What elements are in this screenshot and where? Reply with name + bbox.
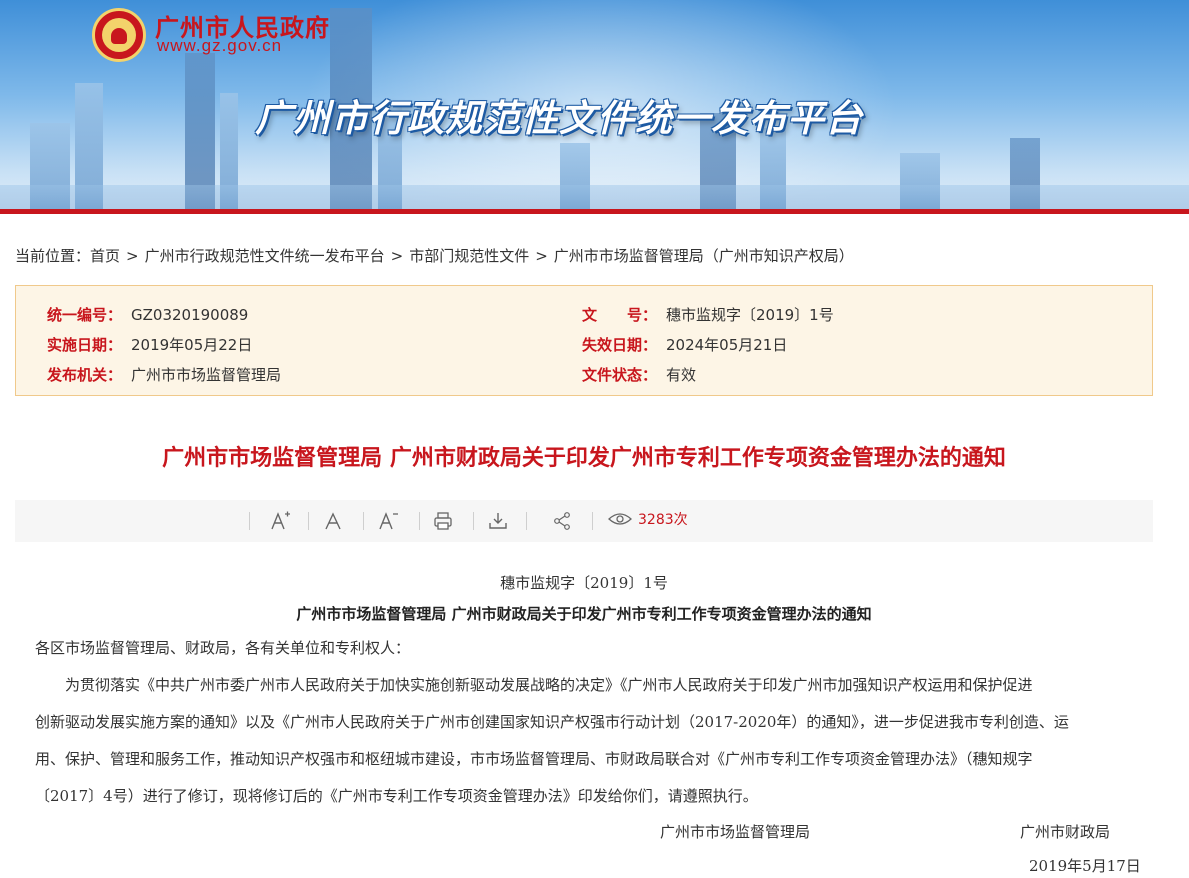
breadcrumb-separator: >	[390, 247, 404, 265]
info-status-label: 文件状态：	[582, 366, 658, 384]
document-title: 广州市市场监督管理局 广州市财政局关于印发广州市专利工作专项资金管理办法的通知	[162, 446, 1006, 471]
document-number: 穗市监规字〔2019〕1号	[500, 574, 668, 592]
info-expiry-value: 2024年05月21日	[666, 336, 788, 354]
info-issuer: 发布机关： 广州市市场监督管理局	[47, 364, 281, 385]
print-icon[interactable]	[430, 508, 456, 534]
breadcrumb-separator: >	[535, 247, 548, 265]
info-issuer-label: 发布机关：	[47, 366, 123, 384]
info-doc-number-label: 文 号：	[582, 306, 658, 324]
breadcrumb: 当前位置：首页 > 广州市行政规范性文件统一发布平台 > 市部门规范性文件 > 广州市市场监…	[15, 245, 854, 266]
platform-title: 广州市行政规范性文件统一发布平台	[255, 97, 863, 140]
article-toolbar: 3283次	[15, 500, 1153, 542]
breadcrumb-separator: >	[126, 247, 139, 265]
signature-date: 2019年5月17日	[1029, 857, 1141, 875]
toolbar-divider	[592, 512, 593, 530]
info-doc-number: 文 号： 穗市监规字〔2019〕1号	[582, 304, 834, 325]
view-count: 3283次	[638, 512, 688, 528]
toolbar-divider	[419, 512, 420, 530]
info-serial-label: 统一编号：	[47, 306, 123, 324]
info-expiry-date: 失效日期： 2024年05月21日	[582, 334, 787, 355]
paragraph-line: 为贯彻落实《中共广州市委广州市人民政府关于加快实施创新驱动发展战略的决定》《广州…	[35, 676, 1033, 694]
signatory-market-bureau: 广州市市场监督管理局	[660, 823, 811, 841]
gov-url[interactable]: www.gz.gov.cn	[157, 36, 282, 56]
font-decrease-icon[interactable]	[375, 508, 401, 534]
toolbar-divider	[526, 512, 527, 530]
paragraph-line: 创新驱动发展实施方案的通知》以及《广州市人民政府关于广州市创建国家知识产权强市行…	[35, 713, 1069, 731]
info-effective-label: 实施日期：	[47, 336, 123, 354]
document-info-box: 统一编号： GZ0320190089 文 号： 穗市监规字〔2019〕1号 实施日期…	[15, 285, 1153, 396]
header-banner: 广州市人民政府 www.gz.gov.cn 广州市行政规范性文件统一发布平台	[0, 0, 1189, 213]
toolbar-divider	[308, 512, 309, 530]
document-subtitle: 广州市市场监督管理局 广州市财政局关于印发广州市专利工作专项资金管理办法的通知	[296, 605, 872, 623]
font-reset-icon[interactable]	[320, 508, 346, 534]
toolbar-divider	[249, 512, 250, 530]
paragraph-line: 〔2017〕4号）进行了修订，现将修订后的《广州市专利工作专项资金管理办法》印发…	[35, 787, 758, 805]
info-expiry-label: 失效日期：	[582, 336, 658, 354]
breadcrumb-prefix: 当前位置：	[15, 247, 91, 265]
share-icon[interactable]	[549, 508, 575, 534]
view-counter: 3283次	[608, 509, 688, 529]
toolbar-divider	[363, 512, 364, 530]
breadcrumb-bureau[interactable]: 广州市市场监督管理局（广州市知识产权局）	[554, 247, 854, 265]
greeting: 各区市场监督管理局、财政局，各有关单位和专利权人：	[35, 639, 411, 657]
header-divider	[0, 209, 1189, 214]
font-increase-icon[interactable]	[267, 508, 293, 534]
breadcrumb-platform[interactable]: 广州市行政规范性文件统一发布平台	[145, 247, 385, 265]
breadcrumb-dept-docs[interactable]: 市部门规范性文件	[409, 247, 529, 265]
download-icon[interactable]	[485, 508, 511, 534]
info-status: 文件状态： 有效	[582, 364, 696, 385]
paragraph-line: 用、保护、管理和服务工作，推动知识产权强市和枢纽城市建设，市市场监督管理局、市财…	[35, 750, 1033, 768]
info-status-value: 有效	[666, 366, 697, 384]
info-doc-number-value: 穗市监规字〔2019〕1号	[666, 306, 834, 324]
info-effective-value: 2019年05月22日	[131, 336, 253, 354]
info-serial: 统一编号： GZ0320190089	[47, 304, 248, 325]
signatory-finance-bureau: 广州市财政局	[1020, 823, 1111, 841]
eye-icon	[608, 513, 632, 525]
city-emblem-icon[interactable]	[92, 8, 146, 62]
toolbar-divider	[473, 512, 474, 530]
body-paragraph: 为贯彻落实《中共广州市委广州市人民政府关于加快实施创新驱动发展战略的决定》《广州…	[35, 667, 1135, 815]
info-serial-value: GZ0320190089	[131, 306, 249, 324]
info-issuer-value: 广州市市场监督管理局	[131, 366, 282, 384]
breadcrumb-home[interactable]: 首页	[90, 247, 120, 265]
info-effective-date: 实施日期： 2019年05月22日	[47, 334, 252, 355]
